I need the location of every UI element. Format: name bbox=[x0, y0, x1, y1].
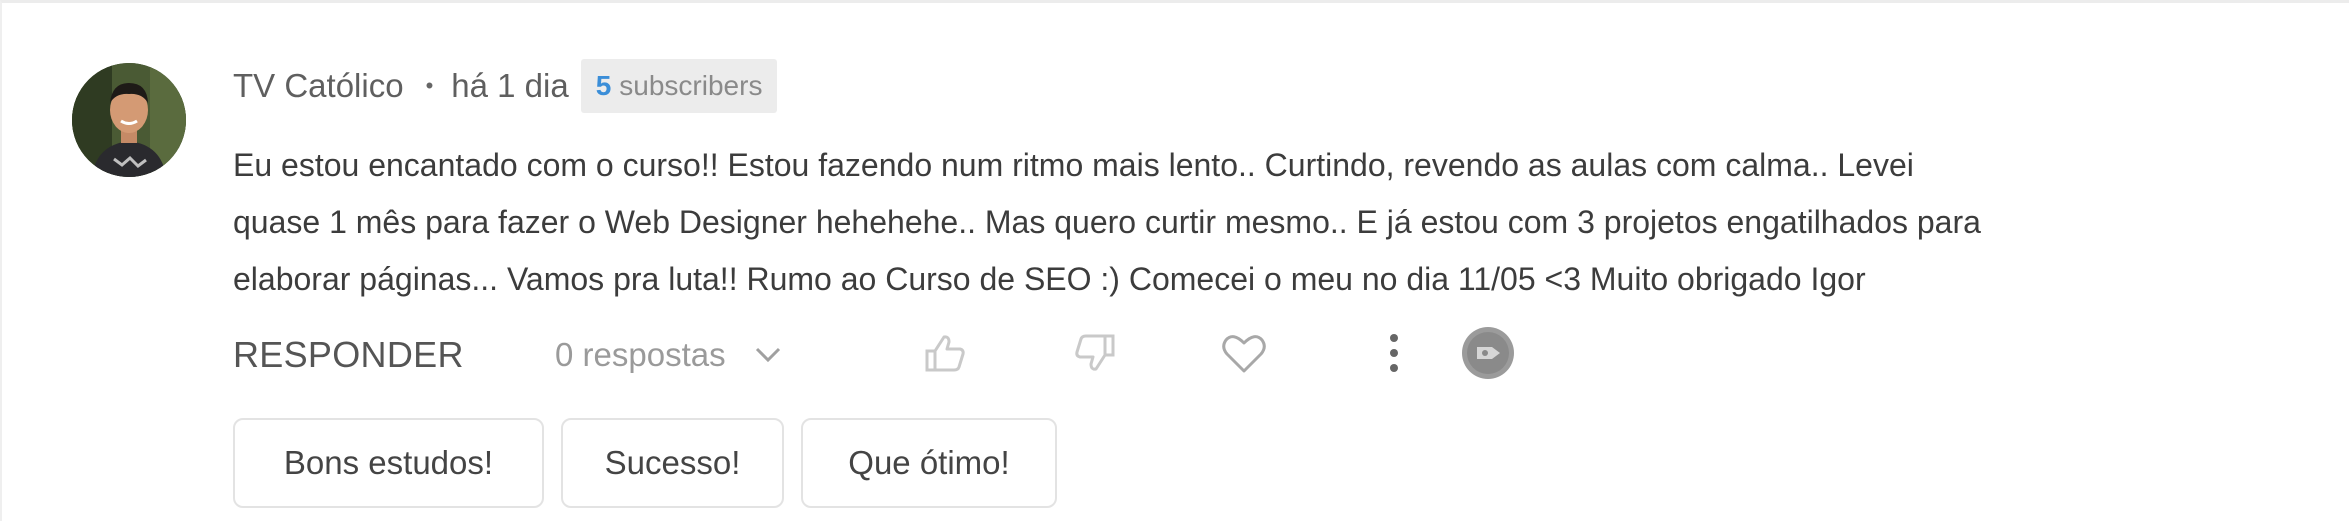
comment-content: TV Católico • há 1 dia 5 subscribers Eu … bbox=[233, 59, 2309, 308]
subscribers-count: 5 bbox=[595, 70, 612, 101]
quick-reply-chip[interactable]: Bons estudos! bbox=[233, 418, 544, 508]
like-button[interactable] bbox=[915, 324, 975, 386]
quick-reply-chip[interactable]: Que ótimo! bbox=[801, 418, 1057, 508]
thumbs-up-icon bbox=[923, 333, 967, 378]
author-name[interactable]: TV Católico bbox=[233, 67, 404, 105]
replies-toggle[interactable]: 0 respostas bbox=[555, 324, 782, 386]
comment-actions: RESPONDER 0 respostas bbox=[233, 324, 2349, 386]
share-icon bbox=[1460, 325, 1516, 386]
comment-card: TV Católico • há 1 dia 5 subscribers Eu … bbox=[0, 0, 2349, 521]
subscribers-label: subscribers bbox=[619, 70, 763, 101]
heart-icon bbox=[1221, 332, 1267, 379]
comment-timestamp[interactable]: há 1 dia bbox=[451, 67, 568, 105]
chevron-down-icon bbox=[754, 346, 782, 364]
more-vertical-icon bbox=[1389, 333, 1399, 378]
comment-text: Eu estou encantado com o curso!! Estou f… bbox=[233, 147, 1981, 297]
avatar[interactable] bbox=[72, 63, 186, 177]
dislike-button[interactable] bbox=[1065, 324, 1125, 386]
avatar-photo bbox=[72, 63, 186, 177]
share-button[interactable] bbox=[1458, 324, 1518, 386]
more-options-button[interactable] bbox=[1364, 324, 1424, 386]
thumbs-down-icon bbox=[1073, 333, 1117, 378]
subscribers-badge: 5 subscribers bbox=[580, 59, 778, 113]
comment-meta: TV Católico • há 1 dia 5 subscribers bbox=[233, 59, 2309, 113]
meta-separator: • bbox=[425, 73, 434, 98]
quick-reply-chip[interactable]: Sucesso! bbox=[561, 418, 784, 508]
quick-replies: Bons estudos! Sucesso! Que ótimo! bbox=[233, 418, 1057, 508]
heart-button[interactable] bbox=[1214, 324, 1274, 386]
replies-label: 0 respostas bbox=[555, 336, 726, 373]
reply-button[interactable]: RESPONDER bbox=[233, 324, 464, 386]
